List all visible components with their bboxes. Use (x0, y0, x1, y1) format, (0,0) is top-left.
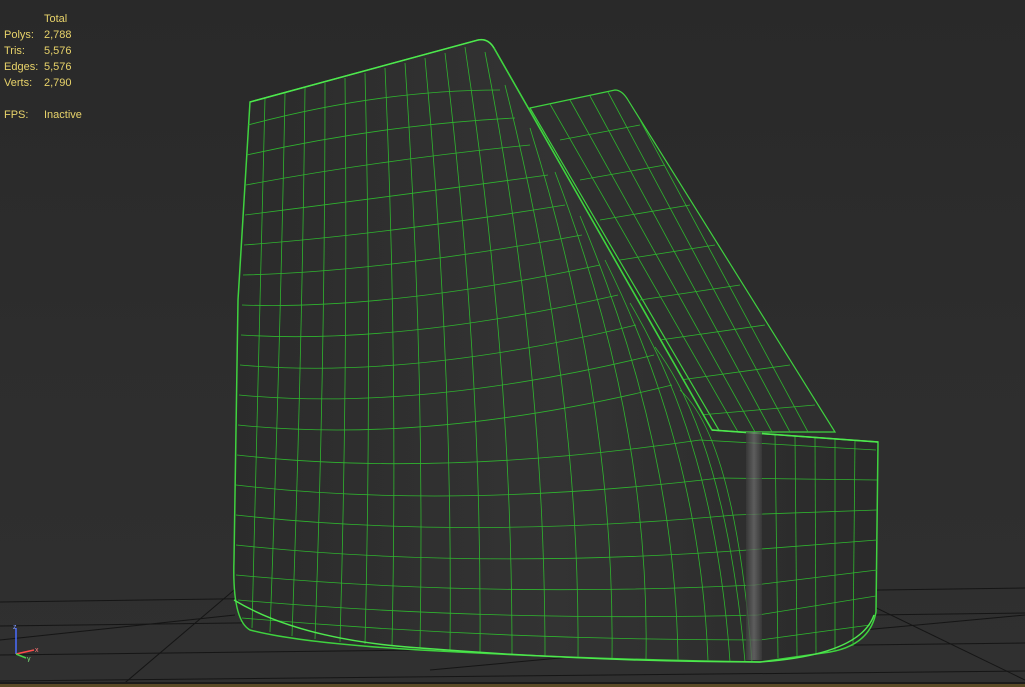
stats-value: 5,576 (44, 61, 72, 73)
seam-highlight (746, 432, 762, 660)
stats-header: Total (44, 13, 68, 25)
stats-label: Tris: (4, 45, 25, 57)
axis-y-label: y (27, 656, 31, 662)
axis-z-label: z (13, 624, 17, 631)
3d-viewport[interactable]: Total Polys: 2,788 Tris: 5,576 Edges: 5,… (0, 0, 1025, 687)
stats-label: Edges: (4, 61, 39, 73)
stats-value: 2,790 (44, 77, 72, 89)
axis-x-label: x (35, 647, 39, 654)
stats-value: 5,576 (44, 45, 72, 57)
viewport-scene (0, 38, 1025, 687)
fps-label: FPS: (4, 109, 29, 121)
axis-gizmo-icon: z x y (13, 624, 39, 662)
stats-label: Polys: (4, 29, 34, 41)
stats-label: Verts: (4, 77, 33, 89)
stats-value: 2,788 (44, 29, 72, 41)
fps-value: Inactive (44, 109, 82, 121)
